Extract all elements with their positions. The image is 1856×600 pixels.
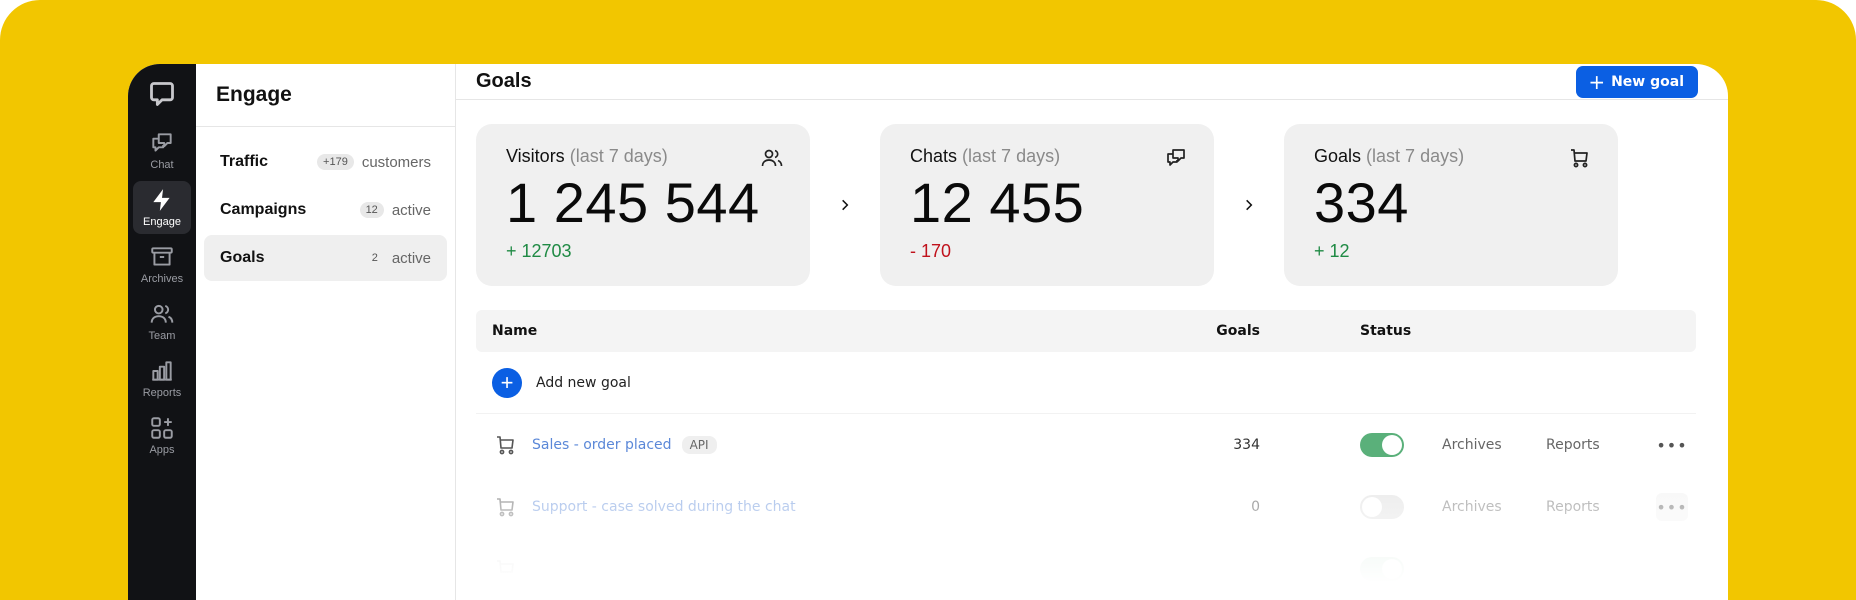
- apps-grid-icon: [151, 417, 173, 439]
- panel-item-suffix: customers: [361, 153, 431, 171]
- plus-icon: +: [1588, 69, 1606, 94]
- stat-delta: - 170: [910, 241, 952, 261]
- rail-item-label: Reports: [142, 387, 182, 399]
- panel-item-traffic[interactable]: Traffic +179 customers: [204, 139, 447, 185]
- more-options-icon[interactable]: •••: [1656, 431, 1688, 459]
- add-new-goal-label: Add new goal: [536, 374, 631, 391]
- panel-item-name: Traffic: [220, 153, 269, 170]
- panel-item-suffix: active: [391, 249, 431, 267]
- main-header: Goals + New goal: [456, 64, 1728, 100]
- chevron-right-icon: [810, 198, 880, 212]
- lightning-icon: [153, 189, 170, 211]
- cart-icon: [497, 436, 514, 455]
- goal-name-link[interactable]: Support - case solved during the chat: [532, 499, 796, 515]
- panel-item-suffix: active: [391, 201, 431, 219]
- stat-value: 1 245 544: [506, 171, 760, 234]
- panel-item-goals[interactable]: Goals 2 active: [204, 235, 447, 281]
- reports-link[interactable]: Reports: [1546, 499, 1656, 515]
- count-badge: 2: [371, 252, 378, 264]
- column-goals[interactable]: Goals: [1176, 323, 1260, 339]
- goal-name-link[interactable]: Sales - order placed: [532, 437, 672, 453]
- toggle-knob: [1382, 435, 1402, 455]
- stat-value: 12 455: [910, 171, 1085, 234]
- rail-item-archives[interactable]: Archives: [133, 238, 191, 291]
- team-icon: [150, 304, 174, 323]
- panel-item-name: Goals: [220, 249, 265, 266]
- rail-item-engage[interactable]: Engage: [133, 181, 191, 234]
- stat-period: (last 7 days): [1366, 146, 1465, 166]
- column-status[interactable]: Status: [1260, 323, 1411, 339]
- stat-value: 334: [1314, 171, 1409, 234]
- count-badge: +179: [317, 154, 354, 170]
- table-row: [476, 538, 1696, 600]
- archives-link[interactable]: Archives: [1442, 499, 1546, 515]
- chevron-right-icon: [1214, 198, 1284, 212]
- engage-panel: Engage Traffic +179 customers Campaigns …: [196, 64, 456, 600]
- chat-bubble-logo-icon[interactable]: [146, 78, 178, 110]
- cart-icon: [497, 498, 514, 517]
- goals-main: Goals + New goal Visitors (last 7 days) …: [456, 64, 1728, 600]
- panel-list: Traffic +179 customers Campaigns 12 acti…: [196, 127, 455, 295]
- rail-item-label: Team: [148, 330, 176, 342]
- cart-icon: [497, 560, 514, 573]
- chats-icon: [152, 133, 172, 152]
- stat-card-chats: Chats (last 7 days) 12 455 - 170: [880, 124, 1214, 286]
- stat-label: Goals: [1314, 146, 1362, 166]
- stat-delta: + 12: [1314, 241, 1350, 261]
- rail-item-label: Chat: [150, 159, 174, 171]
- goal-count: 0: [1251, 499, 1260, 515]
- nav-rail: Chat Engage Archives Team Reports Apps: [128, 64, 196, 600]
- status-toggle[interactable]: [1360, 495, 1404, 519]
- cart-icon: [1571, 149, 1588, 168]
- reports-link[interactable]: Reports: [1546, 437, 1656, 453]
- status-toggle[interactable]: [1360, 433, 1404, 457]
- bar-chart-icon: [152, 361, 172, 381]
- stat-delta: + 12703: [506, 241, 572, 261]
- chats-icon: [1167, 149, 1185, 166]
- archive-box-icon: [151, 247, 173, 266]
- panel-item-name: Campaigns: [220, 201, 307, 218]
- rail-item-apps[interactable]: Apps: [133, 409, 191, 462]
- rail-item-team[interactable]: Team: [133, 295, 191, 348]
- add-circle-icon[interactable]: +: [492, 367, 522, 398]
- panel-title: Engage: [196, 64, 455, 127]
- rail-item-label: Engage: [143, 216, 181, 228]
- stat-card-goals: Goals (last 7 days) 334 + 12: [1284, 124, 1618, 286]
- stat-label: Chats: [910, 146, 958, 166]
- app-window: Chat Engage Archives Team Reports Apps E…: [128, 64, 1728, 600]
- goals-table: Name Goals Status + Add new goal Sales -…: [476, 310, 1696, 600]
- column-name[interactable]: Name: [476, 323, 1176, 339]
- rail-item-chat[interactable]: Chat: [133, 124, 191, 177]
- stat-period: (last 7 days): [962, 146, 1061, 166]
- panel-item-campaigns[interactable]: Campaigns 12 active: [204, 187, 447, 233]
- rail-item-label: Archives: [140, 273, 184, 285]
- rail-item-reports[interactable]: Reports: [133, 352, 191, 405]
- table-row: Support - case solved during the chat 0 …: [476, 476, 1696, 538]
- archives-link[interactable]: Archives: [1442, 437, 1546, 453]
- more-options-icon[interactable]: •••: [1656, 493, 1688, 521]
- new-goal-label: New goal: [1611, 73, 1684, 90]
- table-header: Name Goals Status: [476, 310, 1696, 352]
- add-new-goal-row[interactable]: + Add new goal: [476, 352, 1696, 414]
- goal-count: 334: [1233, 437, 1260, 453]
- stats-row: Visitors (last 7 days) 1 245 544 + 12703…: [456, 100, 1728, 286]
- api-tag: API: [681, 436, 717, 454]
- count-badge: 12: [359, 202, 384, 218]
- rail-item-label: Apps: [149, 444, 175, 456]
- toggle-knob: [1362, 497, 1382, 517]
- new-goal-button[interactable]: + New goal: [1576, 65, 1698, 98]
- stat-label: Visitors: [506, 146, 565, 166]
- stat-period: (last 7 days): [569, 146, 668, 166]
- toggle-knob: [1382, 559, 1402, 579]
- stat-card-visitors: Visitors (last 7 days) 1 245 544 + 12703: [476, 124, 810, 286]
- users-icon: [761, 149, 783, 167]
- table-row: Sales - order placed API 334 Archives Re…: [476, 414, 1696, 476]
- status-toggle[interactable]: [1360, 557, 1404, 581]
- page-title: Goals: [476, 70, 532, 92]
